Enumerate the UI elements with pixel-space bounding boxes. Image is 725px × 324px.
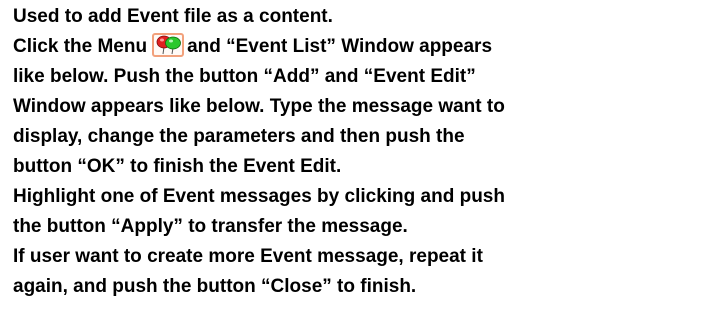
text-line-4: Window appears like below. Type the mess…: [13, 96, 505, 117]
event-balloons-icon-graphic: [156, 35, 181, 55]
instruction-text-block: Used to add Event file as a content. Cli…: [0, 0, 725, 324]
text-line-7: Highlight one of Event messages by click…: [13, 186, 505, 207]
text-line-1: Used to add Event file as a content.: [13, 6, 333, 27]
text-line-10: again, and push the button “Close” to fi…: [13, 276, 417, 297]
text-line-2-end: and “Event List” Window appears: [187, 36, 493, 57]
event-balloons-icon: [152, 33, 185, 57]
text-line-5: display, change the parameters and then …: [13, 126, 465, 147]
text-line-8: the button “Apply” to transfer the messa…: [13, 216, 408, 237]
text-line-6: button “OK” to finish the Event Edit.: [13, 156, 342, 177]
text-line-3: like below. Push the button “Add” and “E…: [13, 66, 476, 87]
text-line-2-start: Click the Menu: [13, 36, 148, 57]
text-line-2: Click the Menu and “Event List” Window a…: [13, 32, 725, 62]
text-line-9: If user want to create more Event messag…: [13, 246, 483, 267]
